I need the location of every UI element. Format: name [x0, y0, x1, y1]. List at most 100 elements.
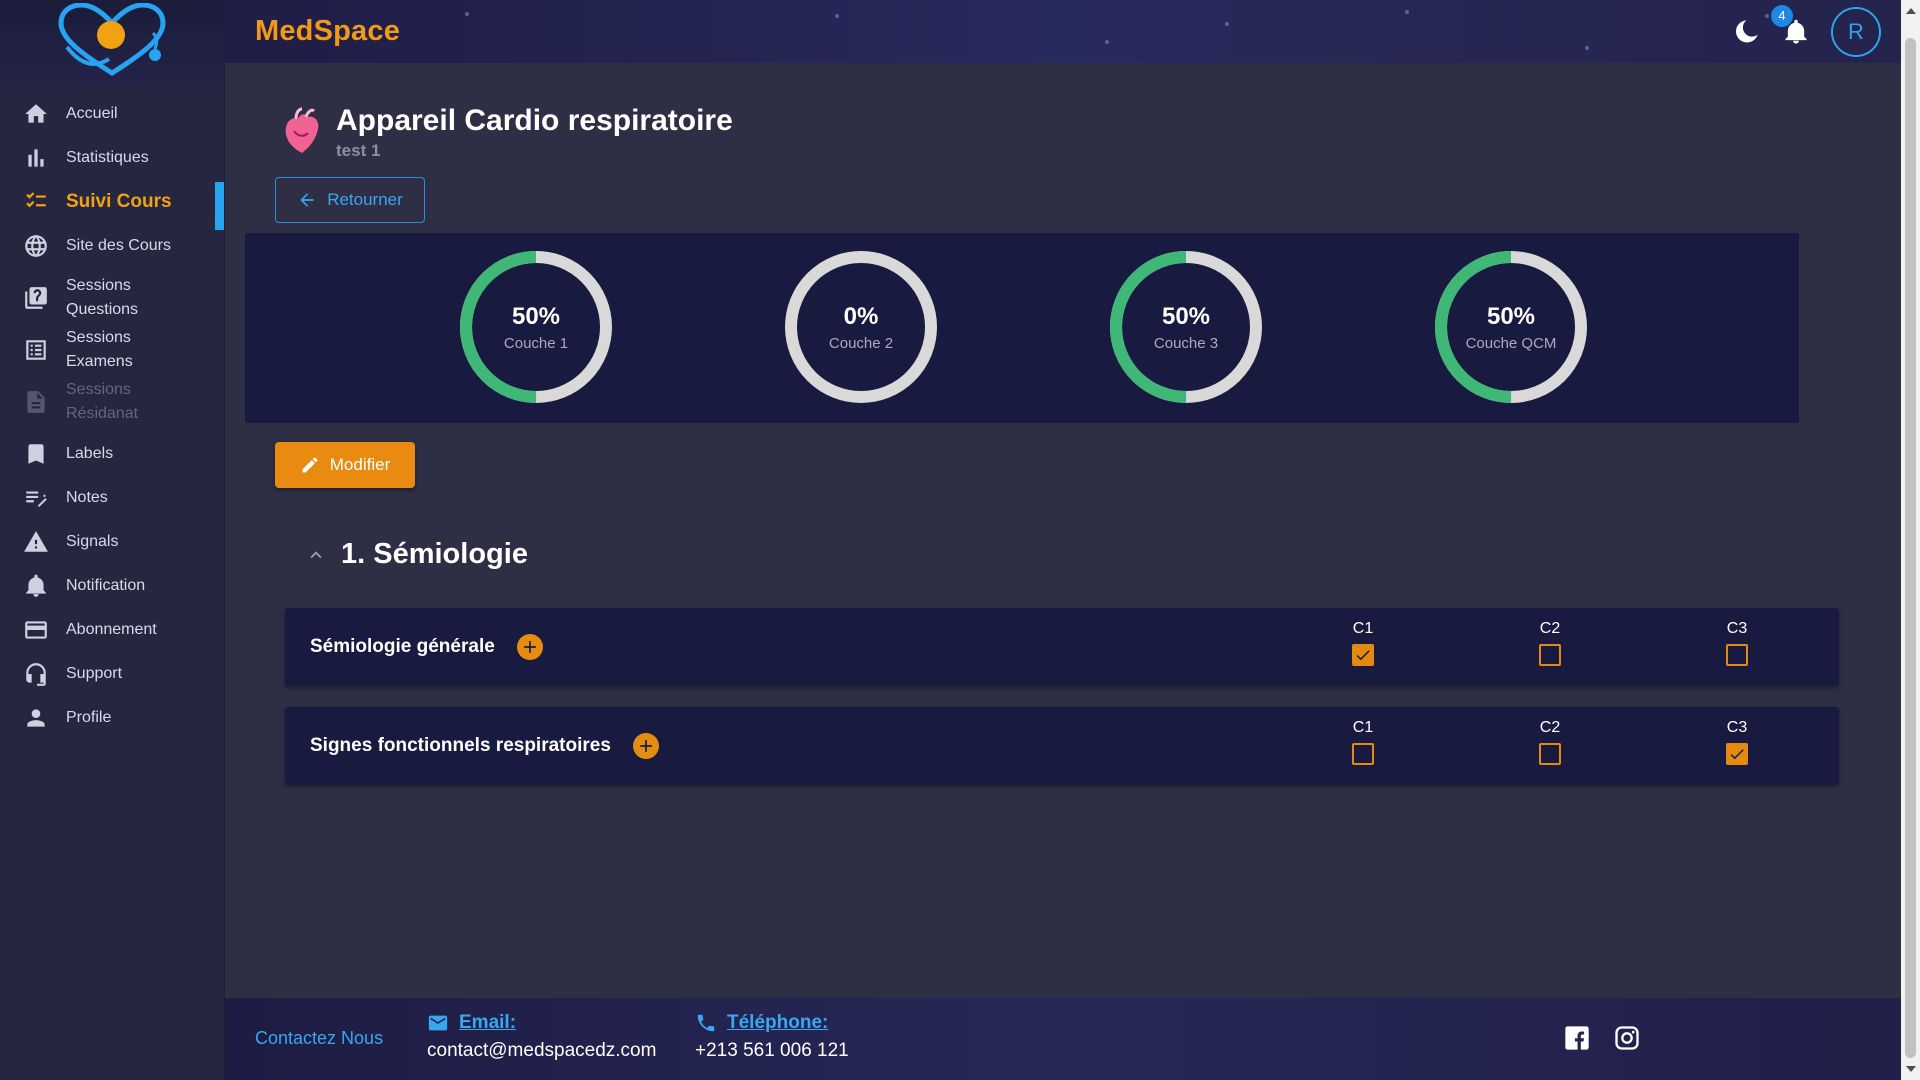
checkbox-c2[interactable]: [1539, 743, 1561, 765]
progress-panel: 50% Couche 1 0% Couche 2 50% Couche 3 50…: [245, 233, 1799, 423]
progress-caption: Couche 2: [828, 334, 894, 352]
dark-mode-toggle[interactable]: [1731, 17, 1761, 47]
email-link[interactable]: Email:: [427, 1012, 656, 1034]
phone-link[interactable]: Téléphone:: [695, 1012, 849, 1034]
anatomical-heart-icon: [285, 107, 319, 153]
scroll-down-arrow-icon[interactable]: [1906, 1066, 1916, 1072]
scroll-thumb[interactable]: [1905, 38, 1916, 1058]
progress-percent: 50%: [511, 302, 561, 330]
add-course-note-button[interactable]: [516, 634, 543, 660]
course-row: Sémiologie générale C1 C2 C3: [285, 608, 1920, 686]
checkbox-label: C3: [1726, 719, 1748, 736]
sidebar-item-abonnement[interactable]: Abonnement: [0, 608, 224, 652]
sidebar-item-statistiques[interactable]: Statistiques: [0, 136, 224, 180]
sidebar-item-label: Sessions Questions: [66, 277, 139, 318]
progress-percent: 50%: [1486, 302, 1536, 330]
add-course-note-button[interactable]: [632, 733, 659, 759]
page-title: Appareil Cardio respiratoire: [336, 104, 733, 137]
back-button[interactable]: Retourner: [275, 177, 425, 223]
list-icon: [22, 336, 50, 364]
sidebar-item-label: Accueil: [66, 105, 118, 122]
checkbox-column: C3: [1707, 620, 1767, 666]
logo[interactable]: [0, 0, 224, 82]
course-name: Signes fonctionnels respiratoires: [310, 735, 611, 756]
checkbox-c2[interactable]: [1539, 644, 1561, 666]
facebook-icon[interactable]: [1563, 1024, 1591, 1052]
sidebar-nav: Accueil Statistiques Suivi Cours Site des C…: [0, 82, 224, 740]
checkbox-c3[interactable]: [1726, 644, 1748, 666]
sidebar-item-label: Sessions Résidanat: [66, 381, 139, 422]
pencil-icon: [302, 457, 318, 473]
home-icon: [22, 100, 50, 128]
sidebar-item-label: Abonnement: [66, 621, 157, 638]
sidebar-item-support[interactable]: Support: [0, 652, 224, 696]
course-row: Signes fonctionnels respiratoires C1 C2 …: [285, 707, 1920, 785]
sidebar-item-accueil[interactable]: Accueil: [0, 92, 224, 136]
moon-icon: [1735, 19, 1758, 42]
progress-ring: 50% Couche 1: [460, 251, 612, 403]
document-icon: [22, 388, 50, 416]
sidebar-item-suivi-cours[interactable]: Suivi Cours: [0, 180, 224, 230]
progress-ring: 50% Couche 3: [1110, 251, 1262, 403]
arrow-left-icon: [300, 193, 314, 207]
page-subtitle: test 1: [336, 141, 381, 160]
sidebar-item-labels[interactable]: Labels: [0, 432, 224, 476]
checkbox-column: C3: [1707, 719, 1767, 765]
bookmark-icon: [22, 440, 50, 468]
checkbox-c1[interactable]: [1352, 743, 1374, 765]
edit-button-label: Modifier: [329, 455, 391, 474]
user-avatar[interactable]: R: [1831, 6, 1881, 57]
sidebar-item-sessions-residanat: Sessions Résidanat: [0, 372, 224, 432]
sidebar: Accueil Statistiques Suivi Cours Site des C…: [0, 0, 225, 1080]
social-links: [1563, 1024, 1641, 1052]
bar-chart-icon: [22, 144, 50, 172]
app-brand[interactable]: MedSpace: [255, 15, 400, 48]
checkbox-label: C2: [1539, 620, 1561, 637]
progress-ring: 0% Couche 2: [785, 251, 937, 403]
checkbox-c3[interactable]: [1726, 743, 1748, 765]
notification-badge: 4: [1771, 4, 1793, 27]
sidebar-item-label: Notes: [66, 489, 108, 506]
notifications-button[interactable]: 4: [1771, 4, 1811, 47]
phone-contact: Téléphone: +213 561 006 121: [695, 1012, 849, 1062]
scroll-up-arrow-icon[interactable]: [1906, 8, 1916, 14]
checkbox-column: C1: [1333, 719, 1393, 765]
sidebar-item-sessions-examens[interactable]: Sessions Examens: [0, 328, 224, 372]
credit-card-icon: [22, 616, 50, 644]
check-icon: [1730, 749, 1744, 760]
progress-caption: Couche 3: [1153, 334, 1219, 352]
page-scrollbar[interactable]: [1901, 0, 1920, 1080]
sidebar-item-label: Statistiques: [66, 149, 149, 166]
contact-title: Contactez Nous: [255, 1028, 384, 1048]
checkbox-label: C1: [1352, 719, 1374, 736]
edit-button[interactable]: Modifier: [275, 442, 415, 488]
sidebar-item-label: Site des Cours: [66, 237, 171, 254]
checkbox-c1[interactable]: [1352, 644, 1374, 666]
sidebar-item-site-des-cours[interactable]: Site des Cours: [0, 224, 224, 268]
plus-icon: [640, 740, 652, 752]
checkbox-column: C1: [1333, 620, 1393, 666]
progress-caption: Couche QCM: [1465, 334, 1557, 352]
top-header: MedSpace 4 R: [225, 0, 1901, 63]
back-button-label: Retourner: [327, 190, 403, 209]
instagram-icon[interactable]: [1613, 1024, 1641, 1052]
checkbox-column: C2: [1520, 719, 1580, 765]
sidebar-item-label: Notification: [66, 577, 146, 594]
course-name-wrap: Sémiologie générale: [310, 608, 543, 686]
checkbox-label: C2: [1539, 719, 1561, 736]
sidebar-item-sessions-questions[interactable]: Sessions Questions: [0, 268, 224, 328]
sidebar-item-label: Labels: [66, 445, 114, 462]
sidebar-item-notification[interactable]: Notification: [0, 564, 224, 608]
bell-icon: [22, 572, 50, 600]
mail-icon: [428, 1015, 448, 1031]
checkbox-label: C3: [1726, 620, 1748, 637]
sidebar-item-signals[interactable]: Signals: [0, 520, 224, 564]
section-header[interactable]: 1. Sémiologie: [305, 538, 528, 571]
progress-percent: 0%: [843, 302, 879, 330]
check-icon: [1356, 650, 1370, 661]
quiz-icon: [22, 284, 50, 312]
page-header: Appareil Cardio respiratoire test 1: [280, 101, 733, 161]
progress-caption: Couche 1: [503, 334, 569, 352]
sidebar-item-notes[interactable]: Notes: [0, 476, 224, 520]
sidebar-item-profile[interactable]: Profile: [0, 696, 224, 740]
